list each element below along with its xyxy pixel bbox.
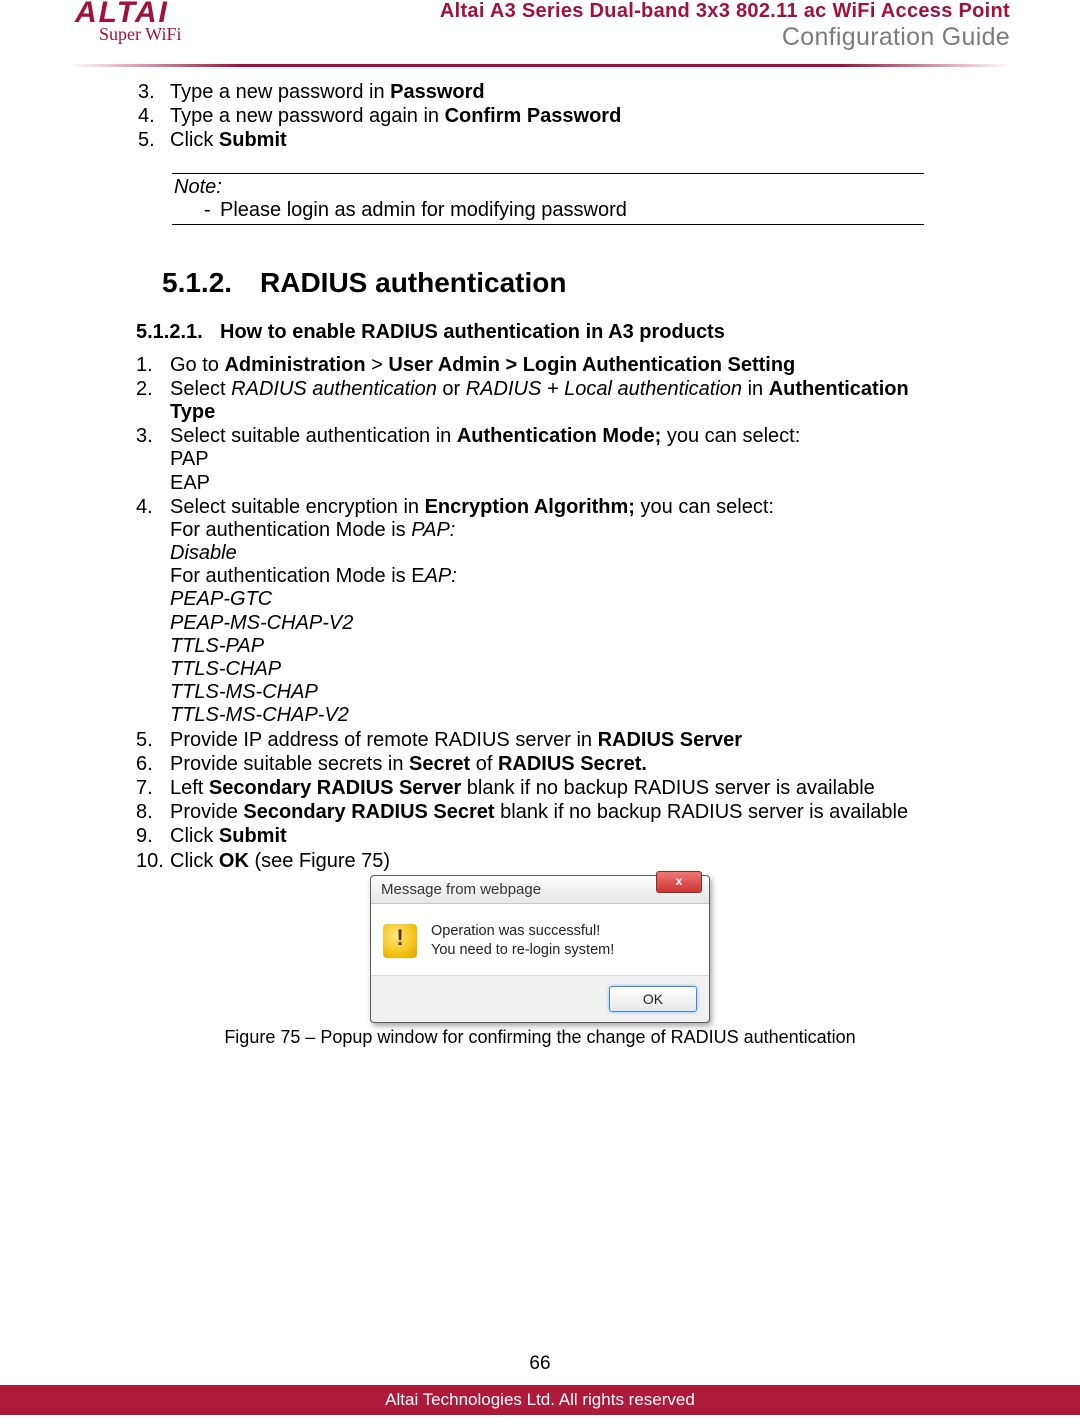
note-box: Note: Please login as admin for modifyin…	[172, 173, 924, 225]
note-label: Note:	[172, 176, 924, 199]
top-steps-list: 3.Type a new password in Password 4.Type…	[136, 81, 944, 153]
heading-5-1-2: 5.1.2.RADIUS authentication	[162, 267, 944, 299]
doc-title: Altai A3 Series Dual-band 3x3 802.11 ac …	[440, 0, 1010, 23]
logo: ALTAI Super WiFi	[75, 0, 181, 45]
dialog-popup: x Message from webpage Operation was suc…	[370, 875, 710, 1024]
page-number: 66	[0, 1353, 1080, 1375]
figure-caption: Figure 75 – Popup window for confirming …	[136, 1027, 944, 1048]
note-line: Please login as admin for modifying pass…	[172, 199, 924, 222]
footer-bar: Altai Technologies Ltd. All rights reser…	[0, 1385, 1080, 1415]
radius-steps-list: 1.Go to Administration > User Admin > Lo…	[136, 354, 944, 873]
doc-subtitle: Configuration Guide	[440, 23, 1010, 52]
ok-button[interactable]: OK	[609, 986, 697, 1012]
warning-icon	[383, 924, 417, 958]
dialog-message: Operation was successful! You need to re…	[431, 922, 614, 960]
logo-text-sub: Super WiFi	[99, 24, 181, 45]
close-icon[interactable]: x	[656, 871, 702, 893]
heading-5-1-2-1: 5.1.2.1.How to enable RADIUS authenticat…	[136, 321, 944, 344]
